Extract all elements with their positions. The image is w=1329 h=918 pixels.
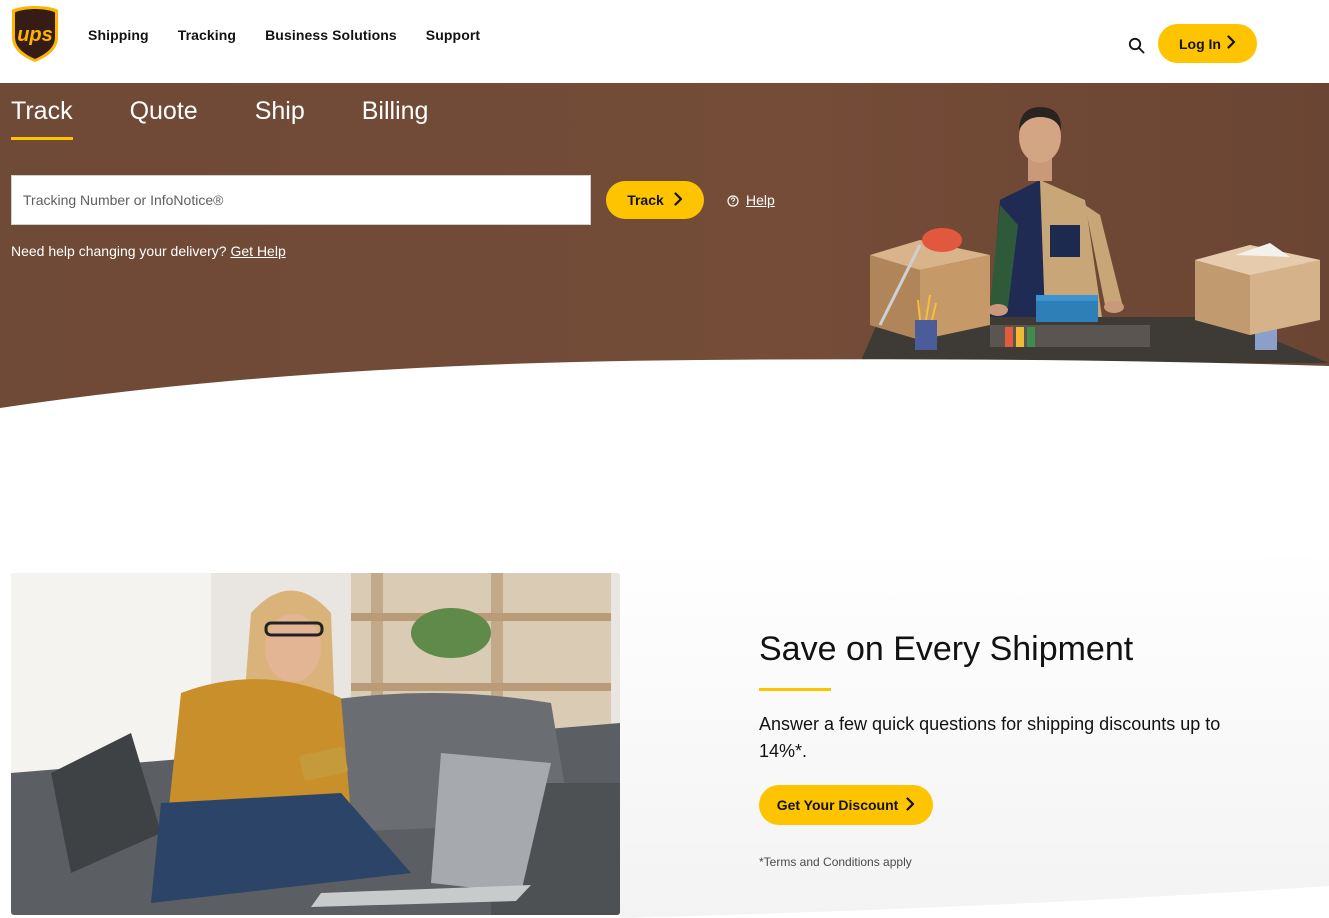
promo-title-underline [759, 688, 831, 691]
login-button-label: Log In [1179, 35, 1221, 52]
tab-track[interactable]: Track [11, 97, 73, 140]
promo-title: Save on Every Shipment [759, 630, 1134, 668]
get-discount-button[interactable]: Get Your Discount [759, 785, 933, 825]
chevron-right-icon [906, 796, 915, 814]
chevron-right-icon [674, 191, 683, 209]
promo-image [11, 573, 620, 915]
ups-logo-text: ups [17, 24, 53, 46]
login-button[interactable]: Log In [1158, 24, 1257, 63]
nav-business-solutions[interactable]: Business Solutions [265, 27, 397, 43]
help-link[interactable]: Help [727, 192, 775, 208]
hero-tracking: Track Quote Ship Billing Tracking Number… [0, 83, 1329, 408]
track-button[interactable]: Track [606, 181, 704, 219]
nav-shipping[interactable]: Shipping [88, 27, 149, 43]
tracking-number-input[interactable]: Tracking Number or InfoNotice® [11, 175, 591, 225]
tab-ship[interactable]: Ship [255, 97, 305, 126]
ups-logo[interactable]: ups [10, 5, 60, 63]
nav-support[interactable]: Support [426, 27, 480, 43]
question-circle-icon [727, 194, 739, 207]
nav-tracking[interactable]: Tracking [178, 27, 236, 43]
tracking-input-placeholder: Tracking Number or InfoNotice® [23, 192, 224, 208]
delivery-help-text: Need help changing your delivery? Get He… [11, 243, 286, 259]
track-button-label: Track [627, 192, 664, 208]
chevron-right-icon [1227, 35, 1236, 52]
tab-quote[interactable]: Quote [130, 97, 198, 126]
help-link-label: Help [746, 192, 775, 208]
terms-note: *Terms and Conditions apply [759, 855, 912, 869]
tab-billing[interactable]: Billing [362, 97, 429, 126]
get-discount-label: Get Your Discount [776, 797, 899, 813]
delivery-help-label: Need help changing your delivery? [11, 243, 227, 259]
get-help-link[interactable]: Get Help [230, 243, 285, 259]
hero-tabs: Track Quote Ship Billing [11, 97, 485, 140]
search-icon[interactable] [1128, 37, 1145, 54]
promo-body-text: Answer a few quick questions for shippin… [759, 714, 1221, 761]
site-header: ups Shipping Tracking Business Solutions… [0, 0, 1329, 83]
main-nav: Shipping Tracking Business Solutions Sup… [88, 27, 480, 43]
